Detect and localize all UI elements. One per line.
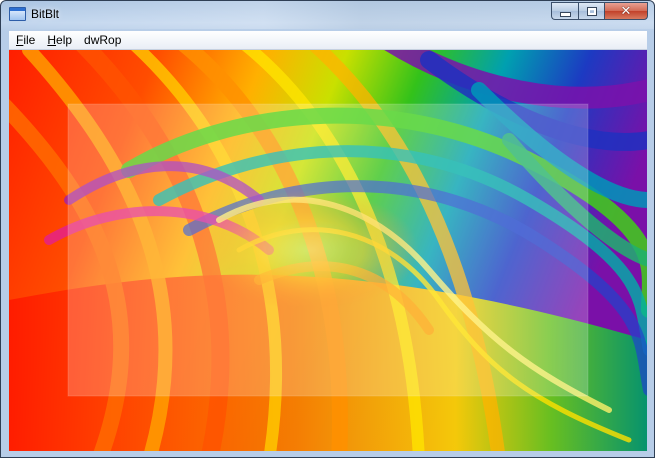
blit-overlay-rectangle	[68, 104, 588, 396]
window-app-icon[interactable]	[9, 7, 26, 21]
menu-file-label: ile	[23, 33, 36, 47]
menu-file[interactable]: File	[9, 31, 41, 49]
minimize-button[interactable]	[551, 2, 578, 20]
rainbow-swirl-image	[9, 50, 647, 451]
maximize-button[interactable]	[578, 2, 604, 20]
menu-bar: File Help dwRop	[9, 31, 647, 50]
menu-dwrop-label: dwRop	[84, 33, 122, 47]
maximize-icon	[586, 6, 597, 16]
app-window: BitBlt ✕ File Help dwRop	[0, 0, 655, 458]
menu-help-label: elp	[56, 33, 73, 47]
title-bar[interactable]: BitBlt ✕	[1, 1, 654, 29]
caption-buttons: ✕	[551, 2, 648, 21]
close-icon: ✕	[620, 3, 632, 19]
menu-dwrop[interactable]: dwRop	[78, 31, 127, 49]
minimize-icon	[559, 11, 571, 17]
window-title: BitBlt	[31, 7, 60, 21]
client-area-canvas[interactable]	[9, 50, 647, 451]
menu-help[interactable]: Help	[41, 31, 78, 49]
close-button[interactable]: ✕	[604, 2, 648, 20]
menu-help-mnemonic: H	[47, 33, 57, 47]
